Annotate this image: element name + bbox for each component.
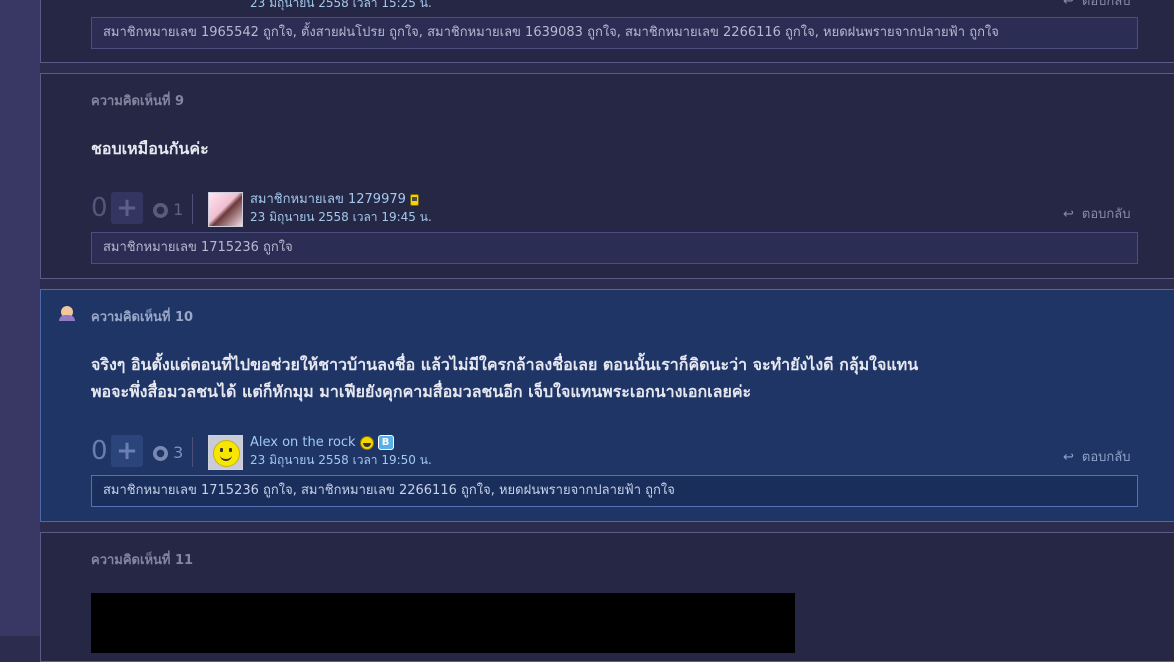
reply-arrow-icon: ↩ (1063, 450, 1074, 465)
comment-card-9: ความคิดเห็นที่ 9 ชอบเหมือนกันค่ะ 0 + ● 1… (40, 73, 1174, 279)
username-link[interactable]: Alex on the rock B (250, 435, 394, 451)
comment-text: จริงๆ อินตั้งแต่ตอนที่ไปขอช่วยให้ชาวบ้าน… (91, 351, 918, 405)
emotion-count: 3 (173, 443, 184, 462)
comment-date: 23 มิถุนายน 2558 เวลา 19:50 น. (250, 453, 432, 467)
embedded-media[interactable] (91, 593, 795, 653)
vote-count: 0 (91, 193, 108, 223)
divider (192, 437, 193, 467)
divider (192, 194, 193, 224)
username-link[interactable]: สมาชิกหมายเลข 1279979 (250, 192, 419, 208)
comment-card-10: ความคิดเห็นที่ 10 จริงๆ อินตั้งแต่ตอนที่… (40, 289, 1174, 522)
plus-icon[interactable]: + (111, 192, 143, 224)
plus-icon[interactable]: + (111, 435, 143, 467)
comment-text-line: พอจะพึ่งสื่อมวลชนได้ แต่ก็หักมุม มาเฟียย… (91, 382, 752, 401)
avatar[interactable] (208, 435, 243, 470)
comment-text-line: ชอบเหมือนกันค่ะ (91, 139, 209, 158)
avatar[interactable] (208, 192, 243, 227)
emotion-button[interactable]: ● 1 (153, 200, 183, 220)
left-gutter (0, 0, 40, 636)
smiley-face-icon (213, 440, 240, 467)
laughing-emoji-icon (359, 435, 374, 450)
comment-number: ความคิดเห็นที่ 11 (91, 553, 194, 568)
username: สมาชิกหมายเลข 1279979 (250, 192, 406, 207)
comment-number: ความคิดเห็นที่ 10 (91, 310, 194, 325)
likes-bar: สมาชิกหมายเลข 1715236 ถูกใจ, สมาชิกหมายเ… (91, 475, 1138, 507)
likes-bar: สมาชิกหมายเลข 1965542 ถูกใจ, ตั้งสายฝนโป… (91, 17, 1138, 49)
comment-date: 23 มิถุนายน 2558 เวลา 15:25 น. (250, 0, 432, 10)
comment-date: 23 มิถุนายน 2558 เวลา 19:45 น. (250, 210, 432, 224)
reply-arrow-icon: ↩ (1063, 0, 1074, 9)
vote-count: 0 (91, 436, 108, 466)
emotion-icon: ● (153, 446, 168, 461)
reply-arrow-icon: ↩ (1063, 207, 1074, 222)
mobile-badge-icon (409, 193, 419, 206)
comment-text-line: จริงๆ อินตั้งแต่ตอนที่ไปขอช่วยให้ชาวบ้าน… (91, 355, 919, 374)
comment-card-top: 23 มิถุนายน 2558 เวลา 15:25 น. ↩ ตอบกลับ … (40, 0, 1174, 63)
comment-text: ชอบเหมือนกันค่ะ (91, 135, 209, 162)
reply-label: ตอบกลับ (1081, 0, 1131, 9)
comment-card-11: ความคิดเห็นที่ 11 (40, 532, 1174, 662)
topic-owner-icon (59, 306, 75, 321)
reply-button[interactable]: ↩ ตอบกลับ (1063, 0, 1131, 10)
blogger-badge-icon: B (377, 435, 394, 450)
likes-bar: สมาชิกหมายเลข 1715236 ถูกใจ (91, 232, 1138, 264)
emotion-button[interactable]: ● 3 (153, 443, 183, 463)
emotion-icon: ● (153, 203, 168, 218)
reply-button[interactable]: ↩ ตอบกลับ (1063, 207, 1131, 223)
reply-label: ตอบกลับ (1081, 207, 1131, 222)
reply-button[interactable]: ↩ ตอบกลับ (1063, 450, 1131, 466)
comment-number: ความคิดเห็นที่ 9 (91, 94, 185, 109)
reply-label: ตอบกลับ (1081, 450, 1131, 465)
emotion-count: 1 (173, 200, 184, 219)
username: Alex on the rock (250, 435, 356, 450)
